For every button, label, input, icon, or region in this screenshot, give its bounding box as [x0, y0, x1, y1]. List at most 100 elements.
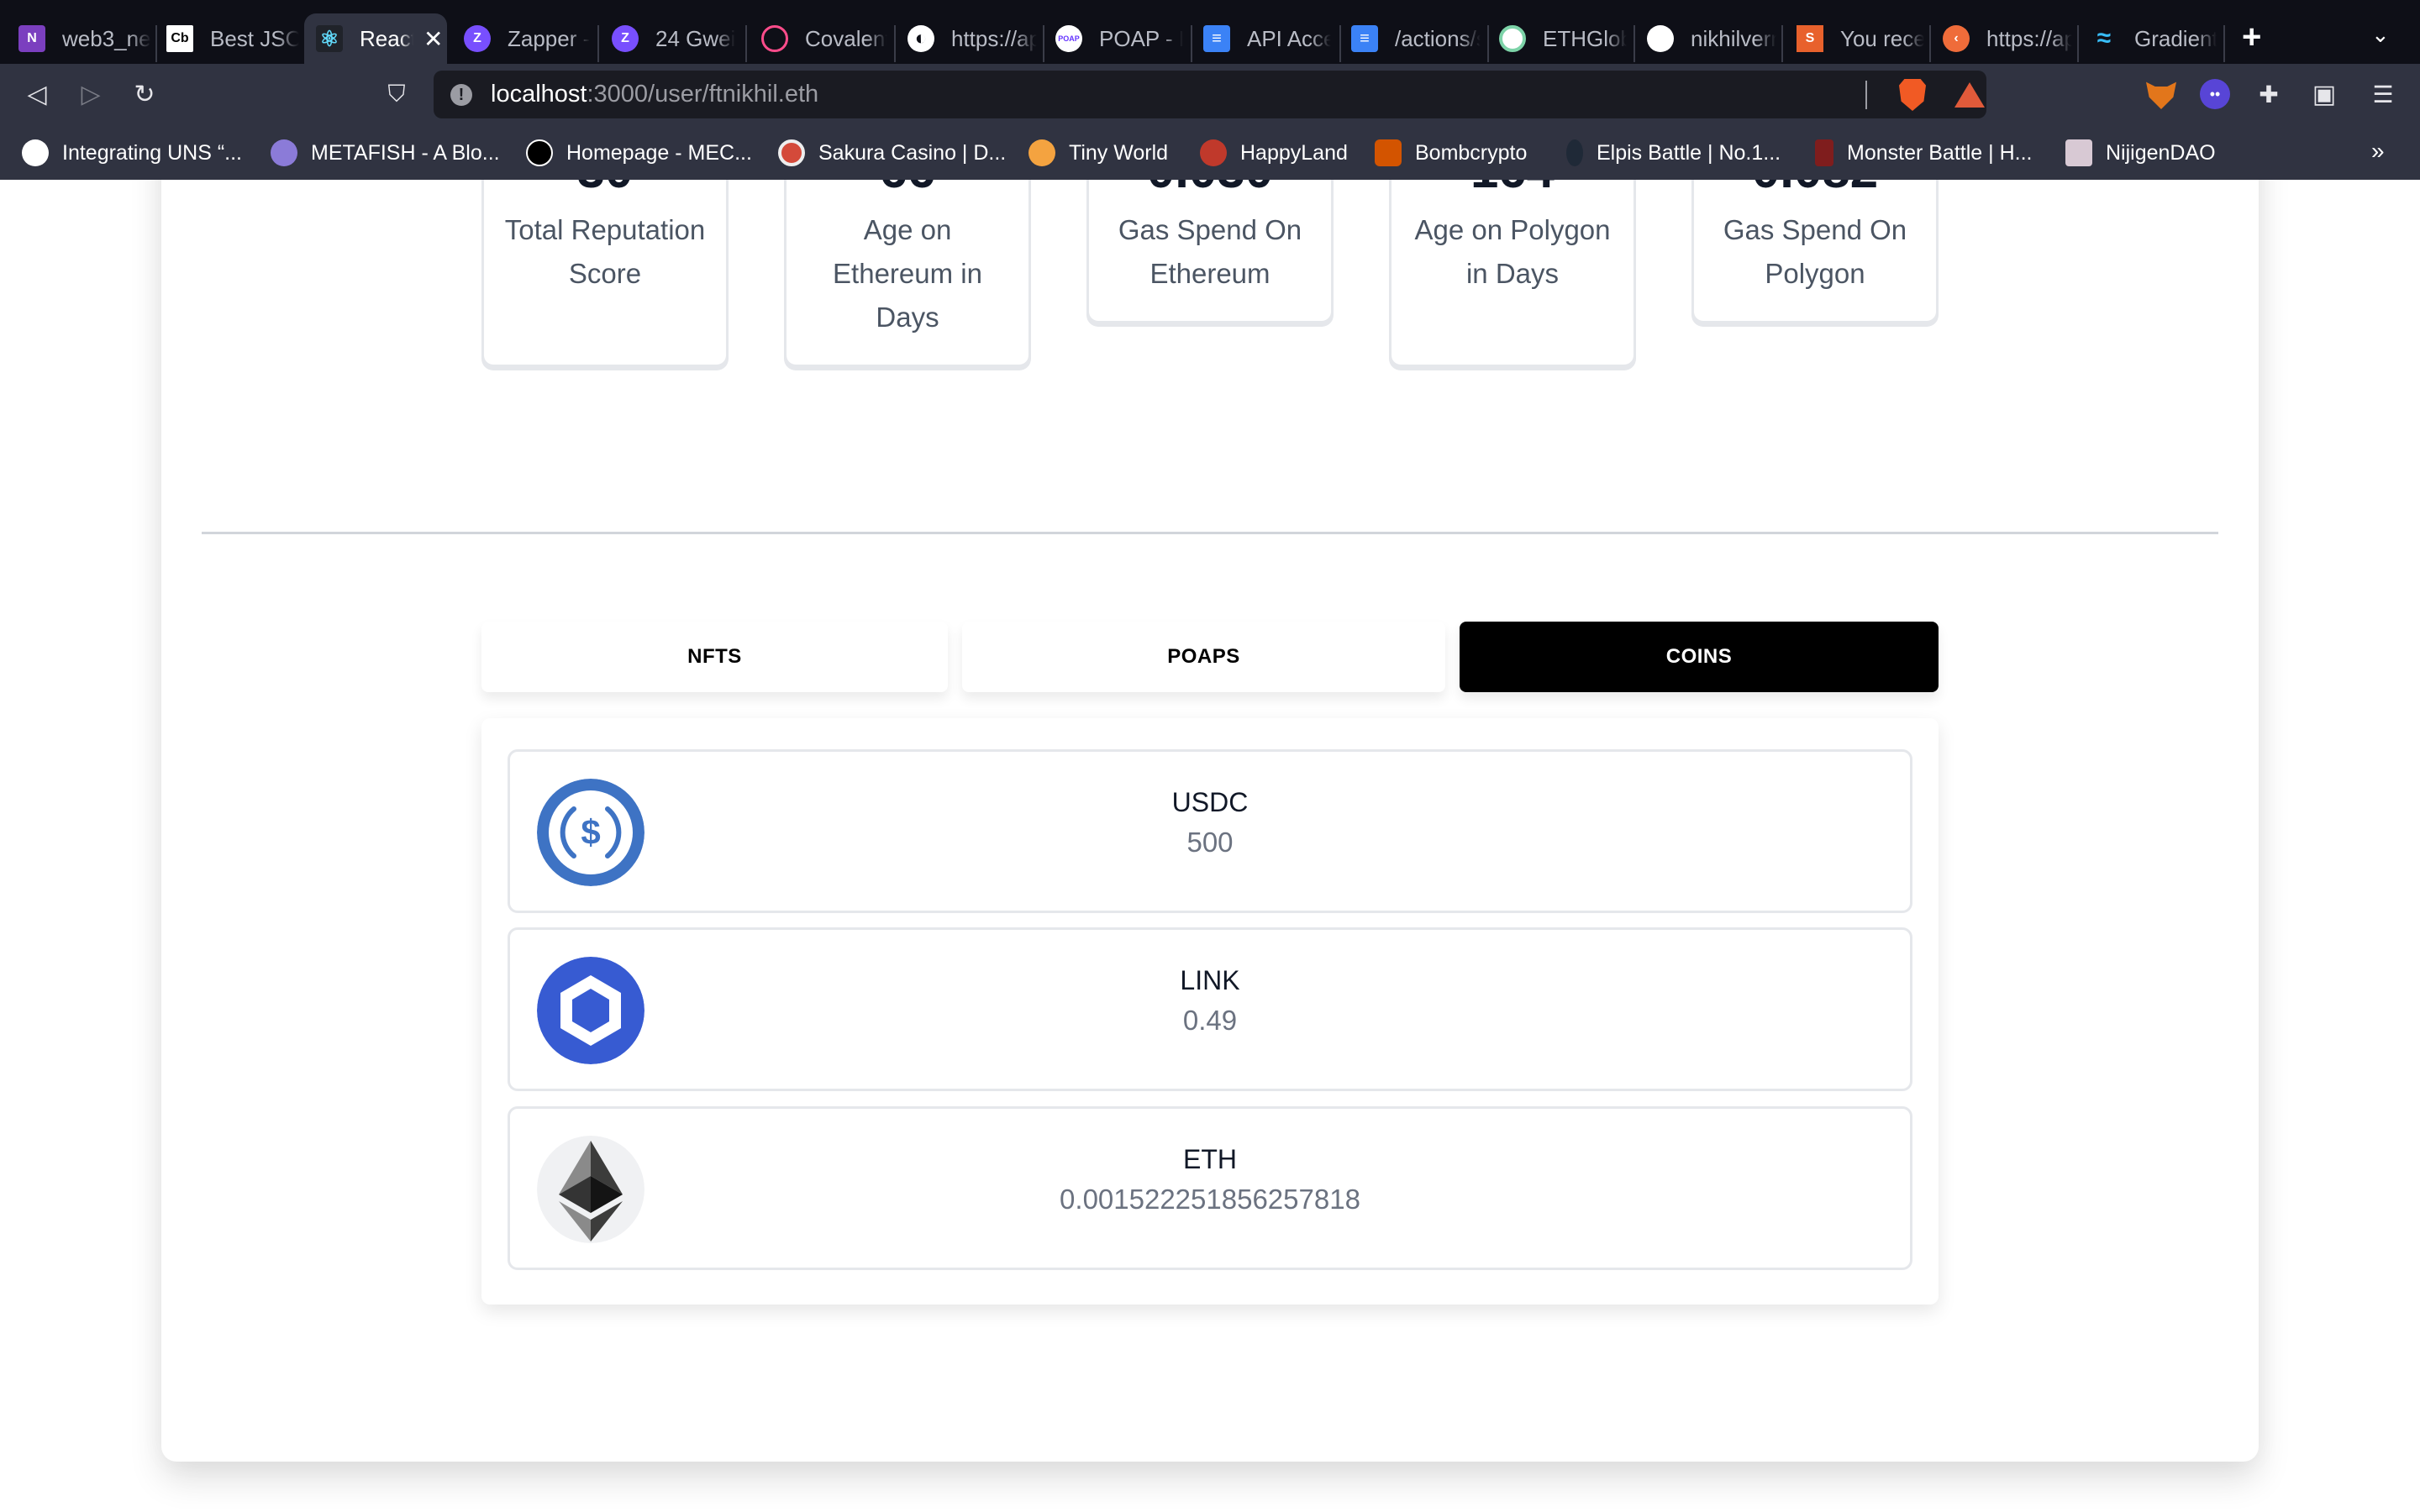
- codebeautify-icon: Cb: [166, 25, 193, 52]
- stat-card-polygon-age: 164 Age on Polygon in Days: [1389, 180, 1636, 367]
- coin-row-link[interactable]: LINK 0.49: [508, 927, 1912, 1091]
- globe-icon: ◐: [908, 25, 934, 52]
- browser-tab-active[interactable]: ⚛ React ✕: [304, 13, 447, 64]
- browser-tab[interactable]: POAP POAP - H: [1055, 13, 1183, 64]
- happyland-icon: [1200, 139, 1227, 166]
- browser-tab[interactable]: Covalent: [761, 13, 887, 64]
- bookmarks-bar: Integrating UNS “... METAFISH - A Blo...…: [0, 126, 2420, 180]
- browser-tab[interactable]: ≈ Gradient: [2091, 13, 2217, 64]
- stat-label: Gas Spend On Polygon: [1723, 214, 1907, 289]
- book-icon: ≡: [1351, 25, 1378, 52]
- tab-coins[interactable]: COINS: [1460, 622, 1939, 692]
- tab-poaps[interactable]: POAPS: [962, 622, 1445, 692]
- github-icon: [1647, 25, 1674, 52]
- back-button[interactable]: ◁: [20, 77, 54, 111]
- new-tab-button[interactable]: +: [2242, 18, 2261, 56]
- bookmark-item[interactable]: NijigenDAO: [2065, 138, 2216, 168]
- section-divider: [202, 532, 2218, 534]
- url-separator: [1865, 81, 1867, 109]
- wallet-icon[interactable]: ▣: [2309, 79, 2339, 109]
- browser-tab[interactable]: ≡ /actions/s: [1351, 13, 1481, 64]
- coin-info: ETH 0.001522251856257818: [510, 1139, 1910, 1220]
- forward-button[interactable]: ▷: [74, 77, 108, 111]
- tab-separator: [1339, 25, 1341, 62]
- tab-separator: [1929, 25, 1931, 62]
- browser-tab[interactable]: ◐ https://ap: [908, 13, 1037, 64]
- stat-label: Age on Polygon in Days: [1414, 214, 1611, 289]
- stat-value: 30: [484, 180, 726, 202]
- browser-tab[interactable]: Z 24 Gwei: [612, 13, 736, 64]
- tab-nfts[interactable]: NFTS: [481, 622, 948, 692]
- react-icon: ⚛: [316, 25, 343, 52]
- bookmark-item[interactable]: Sakura Casino | D...: [778, 138, 1006, 168]
- tab-separator: [597, 25, 599, 62]
- bookmarks-overflow-button[interactable]: »: [2371, 138, 2385, 165]
- reload-button[interactable]: ↻: [128, 77, 161, 111]
- stat-value: 164: [1392, 180, 1634, 202]
- onenote-icon: N: [18, 25, 45, 52]
- browser-tab[interactable]: N web3_ne: [18, 13, 151, 64]
- browser-tab[interactable]: ‹ https://ap: [1943, 13, 2072, 64]
- bookmark-item[interactable]: HappyLand: [1200, 138, 1348, 168]
- ethglobal-icon: [1499, 25, 1526, 52]
- coin-row-eth[interactable]: ETH 0.001522251856257818: [508, 1106, 1912, 1270]
- coin-info: USDC 500: [510, 782, 1910, 863]
- monster-battle-icon: [1815, 139, 1833, 166]
- browser-tab[interactable]: Cb Best JSO: [166, 13, 299, 64]
- bookmark-page-button[interactable]: ⛉: [380, 77, 413, 111]
- close-tab-icon[interactable]: ✕: [424, 25, 443, 53]
- browser-toolbar: ◁ ▷ ↻ ⛉ ! localhost:3000/user/ftnikhil.e…: [0, 64, 2420, 126]
- bookmark-item[interactable]: Homepage - MEC...: [526, 138, 752, 168]
- bookmark-item[interactable]: Elpis Battle | No.1...: [1566, 138, 1781, 168]
- browser-tab[interactable]: ETHGlob: [1499, 13, 1627, 64]
- stat-label: Gas Spend On Ethereum: [1118, 214, 1302, 289]
- address-bar[interactable]: ! localhost:3000/user/ftnikhil.eth: [434, 71, 1986, 118]
- tab-separator: [1781, 25, 1783, 62]
- browser-tab[interactable]: Z Zapper -: [464, 13, 590, 64]
- site-info-icon[interactable]: !: [450, 84, 472, 106]
- tab-separator: [2077, 25, 2079, 62]
- postman-icon: ‹: [1943, 25, 1970, 52]
- url-text[interactable]: localhost:3000/user/ftnikhil.eth: [491, 81, 818, 108]
- poap-icon: POAP: [1055, 25, 1082, 52]
- tab-separator: [1043, 25, 1044, 62]
- covalent-icon: [761, 25, 788, 52]
- browser-tab[interactable]: S You recei: [1797, 13, 1924, 64]
- tab-separator: [745, 25, 747, 62]
- stat-card-eth-gas: 0.030 Gas Spend On Ethereum: [1086, 180, 1334, 323]
- stat-label: Total Reputation Score: [504, 214, 706, 289]
- menu-hamburger-icon[interactable]: ☰: [2368, 79, 2398, 109]
- tab-separator: [155, 25, 157, 62]
- stat-value: 0.082: [1694, 180, 1936, 202]
- bookmark-item[interactable]: METAFISH - A Blo...: [271, 138, 500, 168]
- coin-amount: 0.49: [1182, 1005, 1238, 1036]
- tab-separator: [894, 25, 896, 62]
- browser-tab[interactable]: nikhilvern: [1647, 13, 1776, 64]
- coin-symbol: LINK: [1180, 965, 1240, 995]
- tab-separator: [1487, 25, 1489, 62]
- tab-separator: [1634, 25, 1635, 62]
- stat-value: 66: [786, 180, 1028, 202]
- brave-rewards-icon[interactable]: [1954, 82, 1985, 108]
- stat-value: 0.030: [1089, 180, 1331, 202]
- coin-row-usdc[interactable]: $ USDC 500: [508, 749, 1912, 913]
- phantom-wallet-icon[interactable]: ••: [2200, 79, 2230, 109]
- bookmark-item[interactable]: Monster Battle | H...: [1815, 138, 2032, 168]
- stat-card-polygon-gas: 0.082 Gas Spend On Polygon: [1691, 180, 1939, 323]
- bookmark-item[interactable]: Integrating UNS “...: [22, 138, 242, 168]
- browser-tab[interactable]: ≡ API Acce: [1203, 13, 1331, 64]
- stat-label: Age on Ethereum in Days: [833, 214, 982, 333]
- substack-icon: S: [1797, 25, 1823, 52]
- brave-shields-icon[interactable]: [1899, 79, 1926, 111]
- coin-symbol: ETH: [1183, 1144, 1237, 1174]
- metamask-icon[interactable]: [2146, 81, 2176, 109]
- bookmark-item[interactable]: Tiny World: [1028, 138, 1168, 168]
- stat-card-eth-age: 66 Age on Ethereum in Days: [784, 180, 1031, 367]
- tailwind-icon: ≈: [2096, 24, 2112, 52]
- extensions-puzzle-icon[interactable]: ✚: [2254, 79, 2284, 109]
- nijigendao-icon: [2065, 139, 2092, 166]
- tab-list-chevron-icon[interactable]: ⌄: [2371, 22, 2390, 48]
- zapper-icon: Z: [464, 25, 491, 52]
- tab-separator: [1191, 25, 1192, 62]
- bookmark-item[interactable]: Bombcrypto: [1375, 138, 1527, 168]
